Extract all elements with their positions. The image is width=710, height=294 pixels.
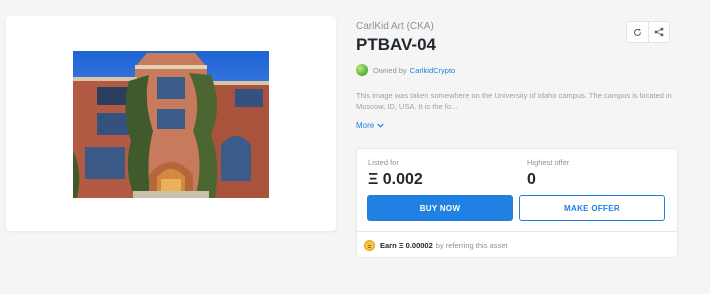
listed-price: Ξ 0.002 [368, 171, 423, 188]
share-button[interactable] [647, 22, 670, 42]
coin-icon [364, 240, 375, 251]
highest-offer-label: Highest offer [527, 158, 570, 167]
listing-card: Listed for Ξ 0.002 Highest offer 0 BUY N… [356, 148, 678, 258]
highest-offer-value: 0 [527, 171, 536, 188]
asset-image[interactable] [73, 51, 269, 198]
divider [357, 231, 677, 232]
owner-row: Owned by CarlkidCrypto [356, 64, 455, 76]
more-label: More [356, 121, 375, 130]
description-more-toggle[interactable]: More [356, 121, 384, 130]
referral-suffix: by referring this asset [435, 241, 508, 250]
chevron-down-icon [377, 123, 384, 128]
share-icon [654, 27, 664, 37]
asset-title: PTBAV-04 [356, 35, 436, 54]
refresh-icon [633, 27, 641, 36]
owner-avatar[interactable] [356, 64, 368, 76]
asset-description: This image was taken somewhere on the Un… [356, 91, 672, 111]
referral-earn: Earn Ξ 0.00002 [380, 241, 433, 250]
owner-link[interactable]: CarlkidCrypto [410, 66, 455, 75]
make-offer-button[interactable]: MAKE OFFER [519, 195, 665, 221]
owner-prefix: Owned by [373, 65, 407, 75]
listed-for-label: Listed for [368, 158, 399, 167]
refresh-button[interactable] [627, 22, 648, 42]
buy-now-button[interactable]: BUY NOW [367, 195, 513, 221]
referral-row: Earn Ξ 0.00002 by referring this asset [364, 240, 507, 251]
collection-name[interactable]: CarlKid Art (CKA) [356, 21, 434, 32]
asset-image-card [6, 16, 336, 231]
action-button-group [626, 21, 670, 43]
